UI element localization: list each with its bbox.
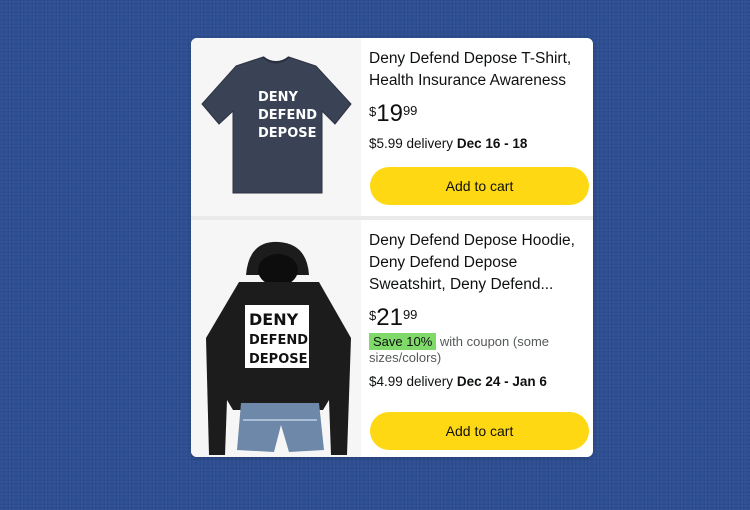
coupon-text-2: sizes/colors) [369, 350, 442, 365]
price-whole: 19 [376, 100, 403, 127]
product-title-line3[interactable]: Sweatshirt, Deny Defend... [369, 276, 553, 293]
product-title-line1[interactable]: Deny Defend Depose T-Shirt, [369, 50, 571, 67]
product-title-line2[interactable]: Deny Defend Depose [369, 254, 517, 271]
product-info-tshirt: Deny Defend Depose T-Shirt, Health Insur… [369, 48, 589, 151]
product-results-card: DENY DEFEND DEPOSE Deny Defend Depose T-… [191, 38, 593, 457]
delivery-info-hoodie: $4.99 delivery Dec 24 - Jan 6 [369, 374, 589, 389]
delivery-cost: $4.99 delivery [369, 374, 454, 389]
product-price-hoodie: $ 21 99 [369, 304, 589, 332]
tshirt-image: DENY DEFEND DEPOSE [201, 56, 352, 194]
delivery-cost: $5.99 delivery [369, 136, 454, 151]
product-item-hoodie: DENY DEFEND DEPOSE Deny Defend Depose Ho… [191, 220, 593, 457]
delivery-info-tshirt: $5.99 delivery Dec 16 - 18 [369, 136, 589, 151]
delivery-dates: Dec 16 - 18 [456, 136, 528, 151]
price-fraction: 99 [402, 307, 418, 322]
product-item-tshirt: DENY DEFEND DEPOSE Deny Defend Depose T-… [191, 38, 593, 216]
coupon-row: Save 10% with coupon (some sizes/colors) [369, 333, 589, 366]
product-image-hoodie[interactable]: DENY DEFEND DEPOSE [191, 220, 361, 457]
product-info-hoodie: Deny Defend Depose Hoodie, Deny Defend D… [369, 230, 589, 389]
product-price-tshirt: $ 19 99 [369, 100, 589, 128]
product-title-line2[interactable]: Health Insurance Awareness [369, 72, 566, 89]
hoodie-image: DENY DEFEND DEPOSE [206, 241, 351, 455]
delivery-dates: Dec 24 - Jan 6 [456, 374, 547, 389]
tshirt-print-line3: DEPOSE [258, 126, 317, 141]
product-title-tshirt[interactable]: Deny Defend Depose T-Shirt, Health Insur… [369, 48, 589, 92]
product-title-hoodie[interactable]: Deny Defend Depose Hoodie, Deny Defend D… [369, 230, 589, 296]
price-whole: 21 [376, 304, 403, 331]
coupon-badge[interactable]: Save 10% [369, 333, 437, 350]
price-fraction: 99 [402, 103, 418, 118]
tshirt-print-line1: DENY [258, 90, 299, 105]
price-symbol: $ [369, 104, 377, 119]
hoodie-print-line2: DEFEND [249, 333, 308, 348]
hoodie-print-line1: DENY [249, 310, 299, 329]
product-image-tshirt[interactable]: DENY DEFEND DEPOSE [191, 38, 361, 216]
price-symbol: $ [369, 308, 377, 323]
tshirt-print-line2: DEFEND [258, 108, 317, 123]
coupon-text-1: with coupon (some [439, 334, 550, 349]
hoodie-print-line3: DEPOSE [249, 352, 308, 367]
product-title-line1[interactable]: Deny Defend Depose Hoodie, [369, 232, 575, 249]
add-to-cart-button-hoodie[interactable]: Add to cart [370, 412, 589, 450]
add-to-cart-button-tshirt[interactable]: Add to cart [370, 167, 589, 205]
